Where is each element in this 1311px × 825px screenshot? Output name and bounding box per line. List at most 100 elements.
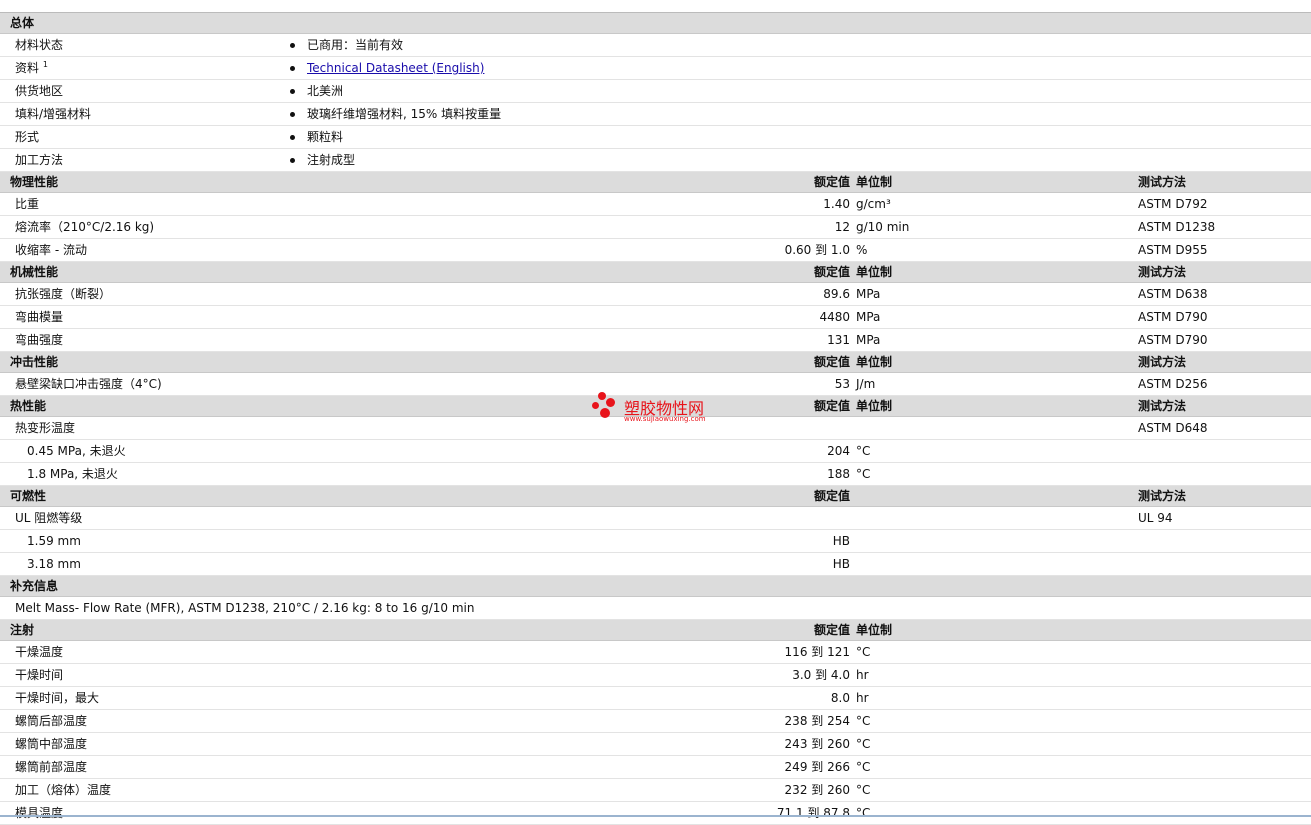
- test-method: ASTM D792: [1138, 197, 1208, 211]
- section-title: 物理性能: [10, 175, 59, 189]
- test-method-header: 测试方法: [1138, 265, 1187, 279]
- property-value: 0.60 到 1.0: [784, 243, 850, 257]
- property-name: 螺筒前部温度: [15, 760, 88, 774]
- property-name: 收缩率 - 流动: [15, 243, 87, 257]
- section-header-flammability: 可燃性 额定值 测试方法: [0, 486, 1311, 507]
- property-value: HB: [832, 534, 850, 548]
- property-value: 232 到 260: [784, 783, 850, 797]
- property-row: UL 阻燃等级 UL 94: [0, 507, 1311, 530]
- property-name: 螺筒中部温度: [15, 737, 88, 751]
- property-row: 熔流率（210°C/2.16 kg) 12 g/10 min ASTM D123…: [0, 216, 1311, 239]
- bullet-icon: [290, 43, 295, 48]
- section-header-mechanical: 机械性能 额定值 单位制 测试方法: [0, 262, 1311, 283]
- nominal-header: 额定值: [813, 489, 850, 503]
- property-value: 已商用：当前有效: [307, 38, 404, 52]
- property-value: 116 到 121: [784, 645, 850, 659]
- property-name: 抗张强度（断裂）: [15, 287, 112, 301]
- property-name: UL 阻燃等级: [15, 511, 83, 525]
- property-row: 干燥温度 116 到 121 °C: [0, 641, 1311, 664]
- watermark-url: www.sujiaowuxing.com: [624, 415, 706, 423]
- property-name: 填料/增强材料: [15, 107, 92, 121]
- property-value: 53: [834, 377, 850, 391]
- technical-datasheet-link[interactable]: Technical Datasheet (English): [307, 57, 484, 79]
- test-method: ASTM D790: [1138, 333, 1208, 347]
- general-row: 形式 颗粒料: [0, 126, 1311, 149]
- property-row: 干燥时间 3.0 到 4.0 hr: [0, 664, 1311, 687]
- property-name: 模具温度: [15, 806, 64, 820]
- property-name: 1.59 mm: [27, 534, 81, 548]
- property-row: 弯曲强度 131 MPa ASTM D790: [0, 329, 1311, 352]
- general-row: 加工方法 注射成型: [0, 149, 1311, 172]
- property-unit: MPa: [856, 310, 881, 324]
- property-value: 243 到 260: [784, 737, 850, 751]
- test-method-header: 测试方法: [1138, 175, 1187, 189]
- logo-dot-icon: [606, 398, 615, 407]
- property-row: 收缩率 - 流动 0.60 到 1.0 % ASTM D955: [0, 239, 1311, 262]
- test-method: ASTM D256: [1138, 377, 1208, 391]
- supplement-text: Melt Mass- Flow Rate (MFR), ASTM D1238, …: [15, 601, 475, 615]
- property-name: 0.45 MPa, 未退火: [27, 444, 126, 458]
- property-unit: °C: [856, 444, 871, 458]
- section-title: 补充信息: [10, 579, 59, 593]
- property-name: 弯曲模量: [15, 310, 64, 324]
- general-row: 供货地区 北美洲: [0, 80, 1311, 103]
- property-name: 弯曲强度: [15, 333, 64, 347]
- property-value: 12: [834, 220, 850, 234]
- top-border: [0, 0, 1311, 13]
- property-name: 1.8 MPa, 未退火: [27, 467, 118, 481]
- property-unit: °C: [856, 783, 871, 797]
- unit-header: 单位制: [856, 175, 893, 189]
- property-row: 螺筒前部温度 249 到 266 °C: [0, 756, 1311, 779]
- property-unit: g/10 min: [856, 220, 910, 234]
- property-unit: °C: [856, 760, 871, 774]
- property-unit: °C: [856, 467, 871, 481]
- section-title: 注射: [10, 623, 35, 637]
- bullet-icon: [290, 112, 295, 117]
- property-value: 玻璃纤维增强材料, 15% 填料按重量: [307, 107, 502, 121]
- footnote-marker: 1: [42, 60, 48, 69]
- property-row: 弯曲模量 4480 MPa ASTM D790: [0, 306, 1311, 329]
- property-value: HB: [832, 557, 850, 571]
- property-name: 热变形温度: [15, 421, 76, 435]
- test-method-header: 测试方法: [1138, 489, 1187, 503]
- property-unit: MPa: [856, 333, 881, 347]
- property-row: 3.18 mm HB: [0, 553, 1311, 576]
- unit-header: 单位制: [856, 399, 893, 413]
- property-name: 干燥温度: [15, 645, 64, 659]
- property-name: 加工（熔体）温度: [15, 783, 112, 797]
- property-unit: %: [856, 243, 868, 257]
- test-method-header: 测试方法: [1138, 399, 1187, 413]
- unit-header: 单位制: [856, 265, 893, 279]
- supplement-row: Melt Mass- Flow Rate (MFR), ASTM D1238, …: [0, 597, 1311, 620]
- test-method: ASTM D955: [1138, 243, 1208, 257]
- section-title: 可燃性: [10, 489, 47, 503]
- section-title: 冲击性能: [10, 355, 59, 369]
- property-value: 131: [827, 333, 850, 347]
- property-name: 熔流率（210°C/2.16 kg): [15, 220, 155, 234]
- test-method: ASTM D1238: [1138, 220, 1216, 234]
- property-unit: g/cm³: [856, 197, 891, 211]
- nominal-header: 额定值: [813, 399, 850, 413]
- property-unit: hr: [856, 691, 869, 705]
- section-header-physical: 物理性能 额定值 单位制 测试方法: [0, 172, 1311, 193]
- property-name: 干燥时间，最大: [15, 691, 100, 705]
- bullet-icon: [290, 66, 295, 71]
- bullet-icon: [290, 89, 295, 94]
- property-row: 加工（熔体）温度 232 到 260 °C: [0, 779, 1311, 802]
- property-row: 模具温度 71.1 到 87.8 °C: [0, 802, 1311, 825]
- property-row: 1.59 mm HB: [0, 530, 1311, 553]
- property-value: 北美洲: [307, 84, 344, 98]
- logo-dot-icon: [600, 408, 610, 418]
- property-name: 3.18 mm: [27, 557, 81, 571]
- property-value: 注射成型: [307, 153, 356, 167]
- nominal-header: 额定值: [813, 175, 850, 189]
- property-name: 供货地区: [15, 84, 64, 98]
- property-value: 3.0 到 4.0: [792, 668, 850, 682]
- property-unit: MPa: [856, 287, 881, 301]
- property-name: 资料 1: [15, 60, 48, 76]
- property-value: 238 到 254: [784, 714, 850, 728]
- nominal-header: 额定值: [813, 355, 850, 369]
- property-value: 颗粒料: [307, 130, 344, 144]
- general-row: 资料 1 Technical Datasheet (English): [0, 57, 1311, 80]
- general-row: 填料/增强材料 玻璃纤维增强材料, 15% 填料按重量: [0, 103, 1311, 126]
